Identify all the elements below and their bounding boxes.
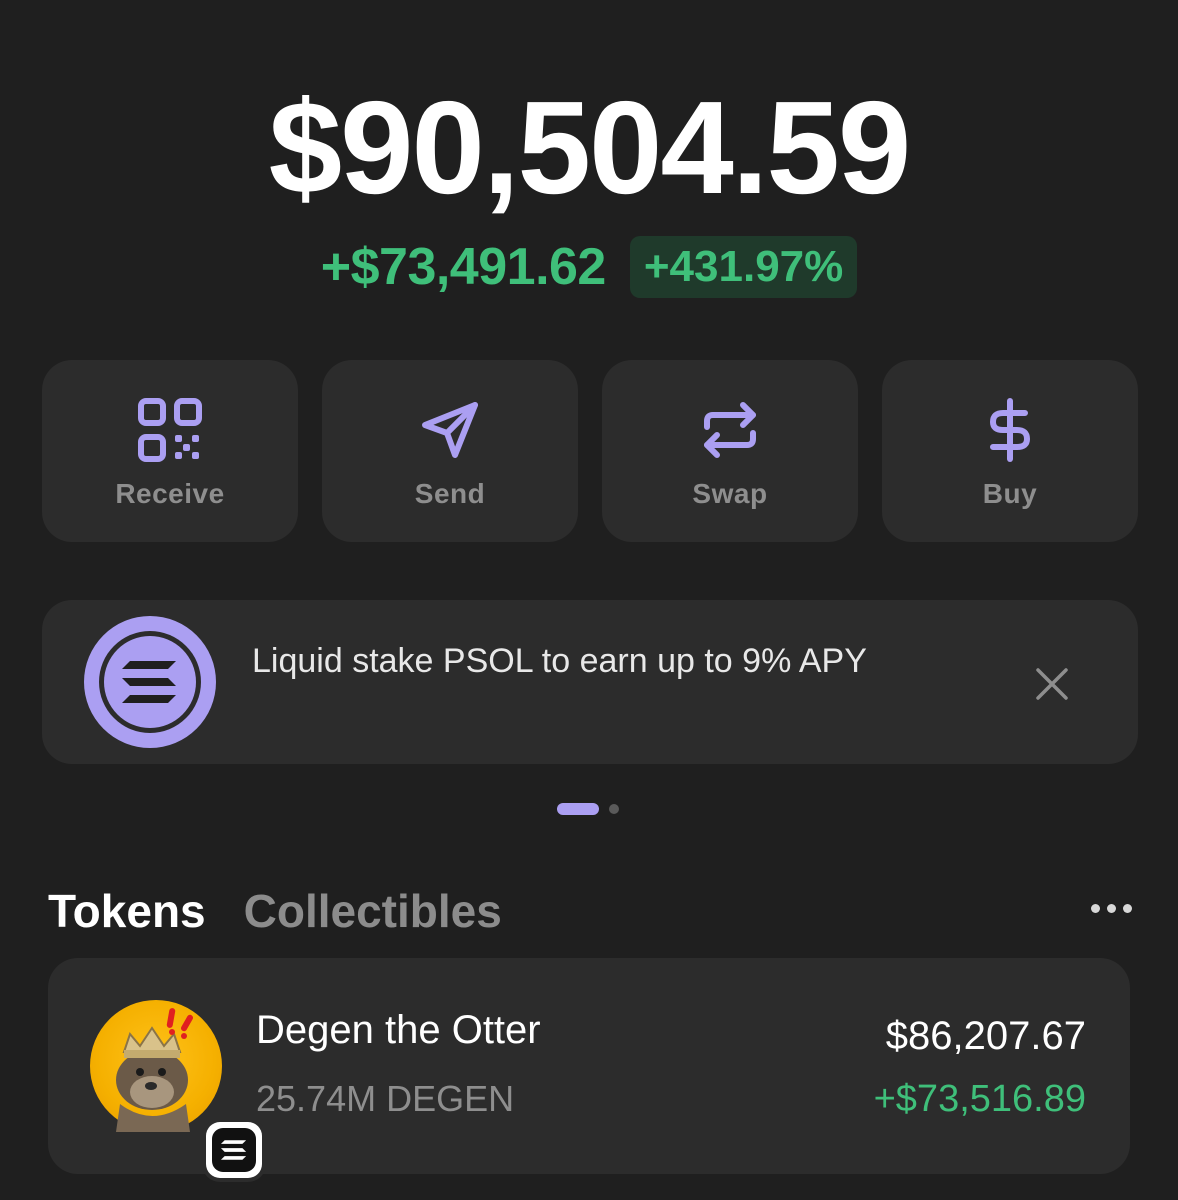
dollar-icon (972, 392, 1048, 468)
swap-icon (692, 392, 768, 468)
carousel-pager (557, 803, 619, 815)
token-name: Degen the Otter (256, 1008, 541, 1052)
buy-button[interactable]: Buy (882, 360, 1138, 542)
change-amount: +$73,491.62 (320, 238, 607, 296)
send-label: Send (414, 478, 486, 509)
send-button[interactable]: Send (322, 360, 578, 542)
token-value: $86,207.67 (885, 1014, 1086, 1058)
portfolio-change: +$73,491.62 +431.97% (0, 236, 1178, 298)
token-amount: 25.74M DEGEN (256, 1078, 515, 1119)
promo-banner[interactable]: Liquid stake PSOL to earn up to 9% APY (42, 600, 1138, 764)
tab-tokens[interactable]: Tokens (48, 884, 206, 938)
portfolio-balance: $90,504.59 (268, 74, 912, 221)
token-change: +$73,516.89 (873, 1078, 1086, 1120)
promo-text: Liquid stake PSOL to earn up to 9% APY (252, 642, 867, 680)
action-bar: Receive Send Swap Buy (42, 360, 1138, 542)
tab-collectibles[interactable]: Collectibles (244, 884, 502, 938)
close-icon[interactable] (1034, 666, 1070, 702)
send-icon (412, 392, 488, 468)
swap-label: Swap (692, 478, 768, 509)
buy-label: Buy (982, 478, 1038, 509)
pager-dot-active[interactable] (557, 803, 599, 815)
pager-dot[interactable] (609, 804, 619, 814)
receive-button[interactable]: Receive (42, 360, 298, 542)
qr-code-icon (132, 392, 208, 468)
degen-otter-avatar (90, 1000, 262, 1178)
more-options-icon[interactable] (1091, 904, 1132, 913)
solana-badge-icon (206, 1122, 262, 1178)
change-percent-badge: +431.97% (629, 236, 858, 298)
asset-tabs: Tokens Collectibles (48, 884, 502, 938)
swap-button[interactable]: Swap (602, 360, 858, 542)
solana-logo-icon (84, 616, 216, 748)
token-row[interactable]: Degen the Otter 25.74M DEGEN $86,207.67 … (48, 958, 1130, 1178)
receive-label: Receive (115, 478, 225, 509)
